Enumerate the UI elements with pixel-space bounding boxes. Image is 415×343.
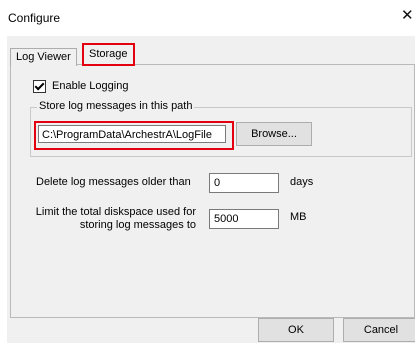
log-path-group-legend: Store log messages in this path [37, 100, 195, 112]
browse-button[interactable]: Browse... [236, 122, 312, 146]
mb-unit-label: MB [290, 211, 307, 223]
disk-limit-input[interactable]: 5000 [209, 209, 279, 229]
enable-logging-checkbox[interactable] [33, 79, 46, 93]
log-path-input[interactable]: C:\ProgramData\ArchestrA\LogFile [38, 125, 226, 143]
window-title: Configure [8, 11, 61, 25]
delete-older-label: Delete log messages older than [36, 176, 191, 188]
tab-storage[interactable]: Storage [82, 43, 135, 66]
days-unit-label: days [290, 176, 314, 188]
title-bar: Configure ✕ [0, 0, 415, 36]
ok-button[interactable]: OK [258, 318, 334, 342]
disk-limit-label: Limit the total diskspace used for stori… [35, 206, 196, 231]
enable-logging-label: Enable Logging [52, 80, 129, 92]
tab-log-viewer[interactable]: Log Viewer [10, 48, 77, 66]
delete-days-input[interactable]: 0 [209, 173, 279, 193]
cancel-button[interactable]: Cancel [343, 318, 415, 342]
close-icon[interactable]: ✕ [401, 8, 415, 24]
enable-logging-row[interactable]: Enable Logging [33, 79, 128, 93]
